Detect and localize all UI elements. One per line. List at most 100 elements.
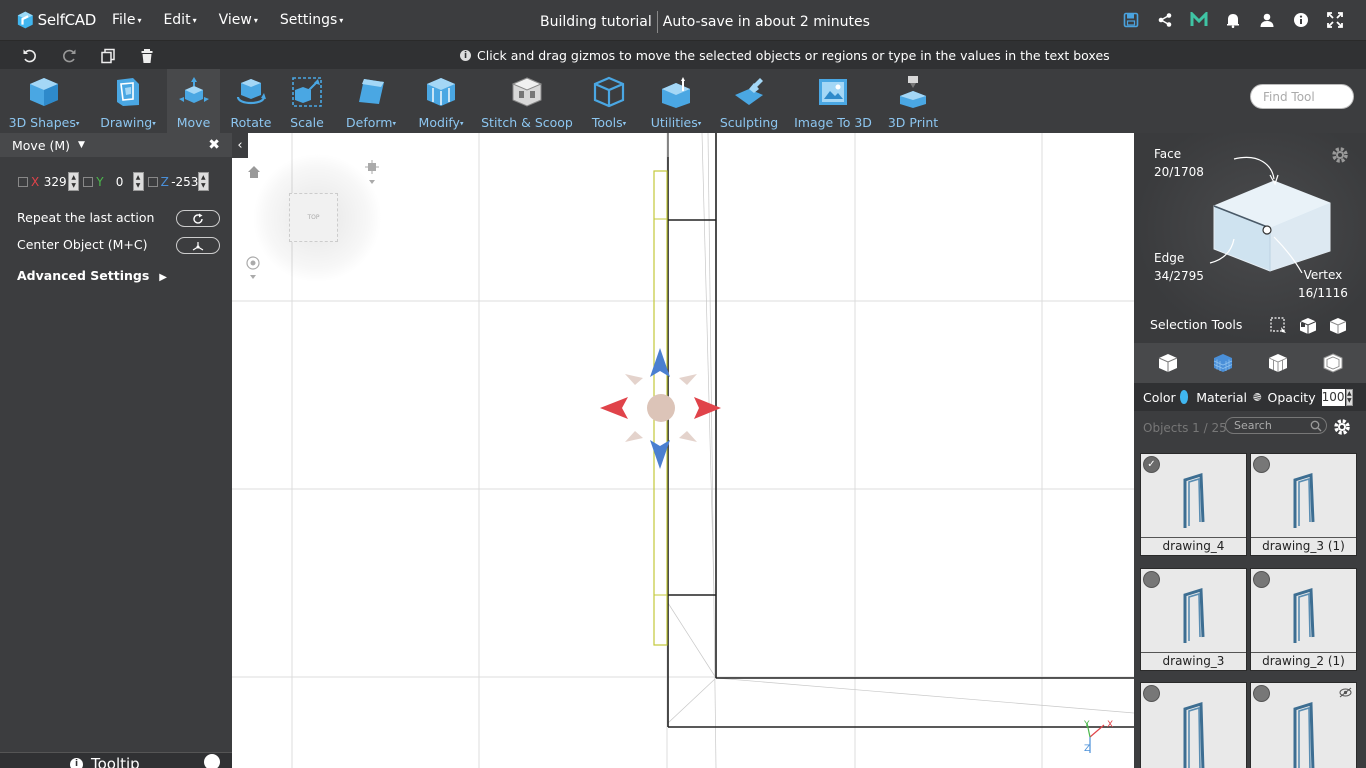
move-gizmo[interactable] <box>600 348 721 469</box>
selection-mode-box: Face 20/1708 Edge 34/2795 Vertex 16/1116… <box>1134 133 1366 343</box>
vertex-mode-icon[interactable] <box>1322 352 1344 374</box>
tool-drawing[interactable]: Drawing▾ <box>92 69 164 133</box>
color-swatch[interactable] <box>1179 390 1189 404</box>
select-circle-icon[interactable] <box>1253 456 1270 473</box>
objects-settings-gear-icon[interactable] <box>1332 417 1352 437</box>
select-through-icon[interactable] <box>1328 317 1348 335</box>
autosave-status: Auto-save in about 2 minutes <box>662 14 870 30</box>
edge-value: 34/2795 <box>1154 269 1204 283</box>
undo-icon[interactable] <box>10 46 49 66</box>
object-name: drawing_3 (1) <box>1251 537 1356 555</box>
x-input[interactable]: 329 <box>42 172 69 191</box>
edge-mode-icon[interactable] <box>1267 352 1289 374</box>
selected-check-icon[interactable]: ✓ <box>1143 456 1160 473</box>
object-card[interactable]: drawing_3 (1) <box>1250 453 1357 556</box>
tool-image-to-3d[interactable]: Image To 3D <box>794 69 872 133</box>
tool-modify[interactable]: Modify▾ <box>412 69 470 133</box>
tool-scale[interactable]: Scale <box>282 69 332 133</box>
object-thumbnail <box>1293 701 1315 768</box>
viewcube[interactable]: TOP <box>289 193 338 242</box>
hidden-eye-icon[interactable] <box>1339 687 1352 698</box>
selection-cube-diagram[interactable] <box>1204 151 1344 273</box>
save-icon[interactable] <box>1114 8 1148 32</box>
share-icon[interactable] <box>1148 8 1182 32</box>
material-sphere-icon[interactable] <box>1253 390 1262 404</box>
tool-drawing-label: Drawing <box>100 115 153 130</box>
face-mode-icon[interactable] <box>1212 352 1234 374</box>
tool-deform[interactable]: Deform▾ <box>340 69 402 133</box>
view-options-icon[interactable] <box>365 160 379 186</box>
menu-view[interactable]: View ▾ <box>219 12 258 28</box>
tool-label: Utilities▾ <box>650 115 702 130</box>
object-thumbnail <box>1293 472 1315 528</box>
advanced-settings-toggle[interactable]: Advanced Settings ▶ <box>17 268 167 283</box>
orbit-icon[interactable] <box>245 255 261 281</box>
collapse-triangle-icon[interactable]: ▼ <box>78 140 85 150</box>
y-input[interactable]: 0 <box>106 172 133 191</box>
secondary-bar: i Click and drag gizmos to move the sele… <box>0 40 1366 69</box>
object-card[interactable]: ✓ drawing_4 <box>1140 453 1247 556</box>
modify-icon <box>427 78 455 106</box>
object-card[interactable]: drawing_2 (1) <box>1250 568 1357 671</box>
info-icon[interactable] <box>1284 8 1318 32</box>
tool-stitch-scoop[interactable]: Stitch & Scoop <box>481 69 573 133</box>
menu-file[interactable]: File ▾ <box>112 12 141 28</box>
select-circle-icon[interactable] <box>1143 571 1160 588</box>
y-lock-checkbox[interactable] <box>83 176 94 187</box>
delete-icon[interactable] <box>127 46 166 66</box>
find-tool-input[interactable]: Find Tool <box>1250 84 1354 109</box>
z-lock-checkbox[interactable] <box>147 176 158 187</box>
copy-icon[interactable] <box>88 46 127 66</box>
x-stepper[interactable]: ▲ ▼ <box>68 172 80 191</box>
select-circle-icon[interactable] <box>1253 685 1270 702</box>
tooltip-power-icon[interactable] <box>204 754 220 768</box>
opacity-input[interactable]: 100 <box>1321 388 1345 406</box>
home-icon[interactable] <box>246 164 262 180</box>
face-label: Face <box>1154 147 1182 161</box>
x-lock-checkbox[interactable] <box>18 176 28 187</box>
redo-icon[interactable] <box>49 46 88 66</box>
fullscreen-icon[interactable] <box>1318 8 1352 32</box>
z-input[interactable]: -253 <box>171 172 198 191</box>
tooltip-bar[interactable]: i Tooltip <box>0 752 232 768</box>
app-name: SelfCAD <box>37 11 97 29</box>
bell-icon[interactable] <box>1216 8 1250 32</box>
object-mode-icon[interactable] <box>1157 352 1179 374</box>
tools-icon <box>593 76 625 108</box>
user-icon[interactable] <box>1250 8 1284 32</box>
tool-utilities[interactable]: Utilities▾ <box>646 69 706 133</box>
close-icon[interactable]: ✖ <box>208 137 220 153</box>
tool-rotate[interactable]: Rotate <box>225 69 277 133</box>
center-object-button[interactable] <box>176 237 220 254</box>
project-title[interactable]: Building tutorial <box>540 14 652 30</box>
m-icon[interactable] <box>1182 8 1216 32</box>
tool-sculpting[interactable]: Sculpting <box>718 69 780 133</box>
z-stepper[interactable]: ▲ ▼ <box>197 172 209 191</box>
collapse-left-panel-icon[interactable]: ‹ <box>232 133 248 158</box>
tool-3d-print[interactable]: 3D Print <box>884 69 942 133</box>
tool-3d-shapes-label: 3D Shapes <box>8 115 76 130</box>
project-title-bar: Building tutorial Auto-save in about 2 m… <box>540 11 870 33</box>
tooltip-title: i Tooltip <box>70 755 140 768</box>
opacity-stepper[interactable]: ▲ ▼ <box>1345 388 1353 406</box>
opacity-label: Opacity <box>1267 389 1316 405</box>
menu-settings[interactable]: Settings ▾ <box>280 12 343 28</box>
tool-3d-shapes[interactable]: 3D Shapes▾ <box>6 69 82 133</box>
tool-tools[interactable]: Tools▾ <box>585 69 633 133</box>
y-stepper[interactable]: ▲ ▼ <box>132 172 144 191</box>
menu-file-label: File <box>112 12 136 28</box>
object-card[interactable] <box>1140 682 1247 768</box>
object-card[interactable]: drawing_3 <box>1140 568 1247 671</box>
top-bar: SelfCAD File ▾ Edit ▾ View ▾ Settings ▾ Buil… <box>0 0 1366 40</box>
menu-edit[interactable]: Edit ▾ <box>163 12 196 28</box>
tool-move[interactable]: Move <box>167 69 220 133</box>
app-logo[interactable]: SelfCAD <box>16 10 96 30</box>
move-icon <box>178 77 209 103</box>
box-select-icon[interactable] <box>1270 317 1288 335</box>
select-circle-icon[interactable] <box>1253 571 1270 588</box>
repeat-last-action-button[interactable] <box>176 210 220 227</box>
object-card[interactable] <box>1250 682 1357 768</box>
3d-viewport[interactable]: Y X Z ‹ TOP <box>232 133 1134 768</box>
select-by-cube-icon[interactable] <box>1298 317 1318 335</box>
select-circle-icon[interactable] <box>1143 685 1160 702</box>
